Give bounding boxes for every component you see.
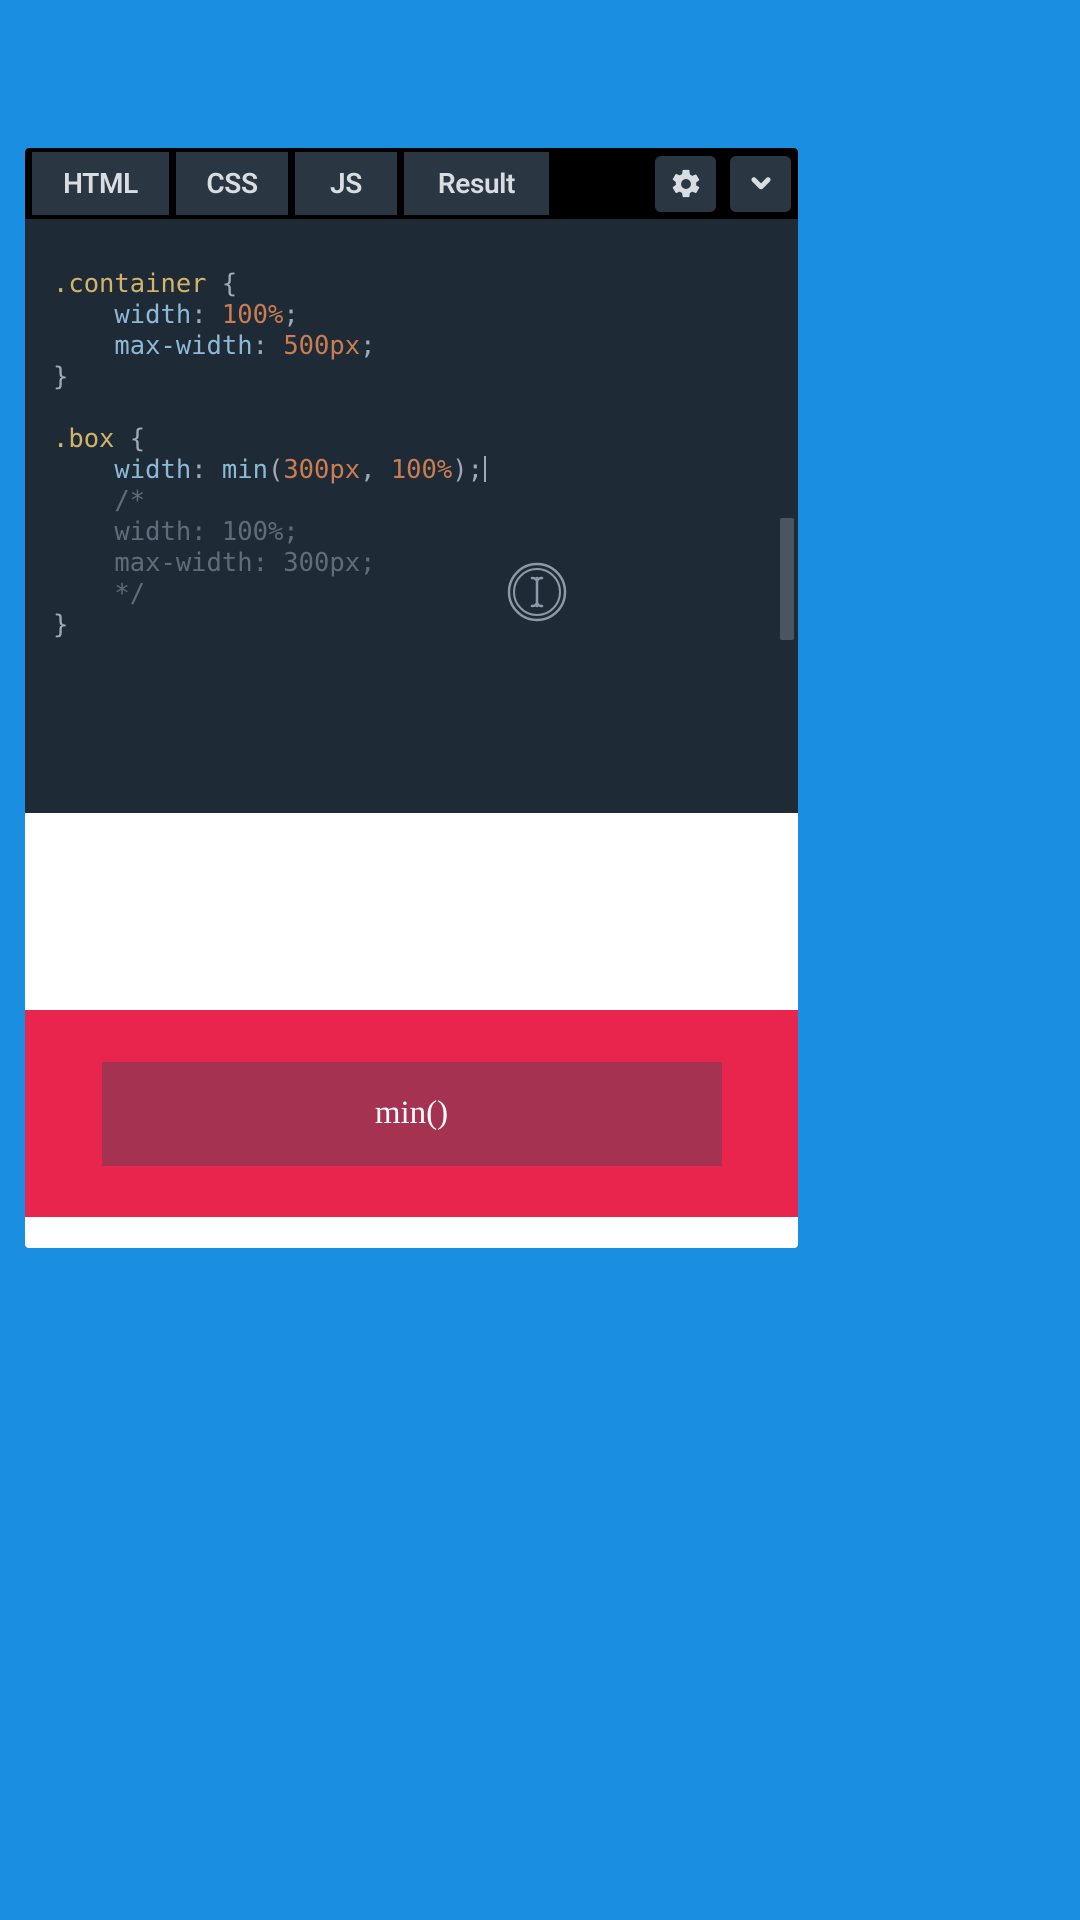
jsfiddle-frame: HTML CSS JS Result .container { width: 1… [25,148,798,1248]
tab-css[interactable]: CSS [176,152,288,215]
result-pane: min() 1 [25,813,798,1248]
tab-html[interactable]: HTML [32,152,169,215]
demo-box: min() [102,1062,722,1166]
code-comment: max-width: 300px; [114,548,375,578]
code-property: width [114,455,191,485]
code-comment: /* [114,486,145,516]
css-editor[interactable]: .container { width: 100%; max-width: 500… [25,219,798,813]
gear-icon [669,167,703,201]
code-comment: */ [114,579,145,609]
chevron-down-icon [744,167,778,201]
code-comment: width: 100%; [114,517,298,547]
demo-box-label: min() [375,1095,448,1132]
settings-button[interactable] [655,156,716,212]
code-function: min [222,455,268,485]
code-selector: .container [53,269,207,299]
code-property: width [114,300,191,330]
code-value: 500px [283,331,360,361]
text-cursor-icon [507,500,567,560]
code-property: max-width [114,331,252,361]
code-value: 100% [222,300,283,330]
collapse-button[interactable] [730,156,791,212]
tab-result[interactable]: Result [404,152,549,215]
scrollbar-thumb[interactable] [780,518,794,640]
code-selector: .box [53,424,114,454]
toolbar: HTML CSS JS Result [25,148,798,219]
demo-container: min() [25,1010,798,1217]
text-caret [484,456,486,482]
tab-js[interactable]: JS [295,152,397,215]
